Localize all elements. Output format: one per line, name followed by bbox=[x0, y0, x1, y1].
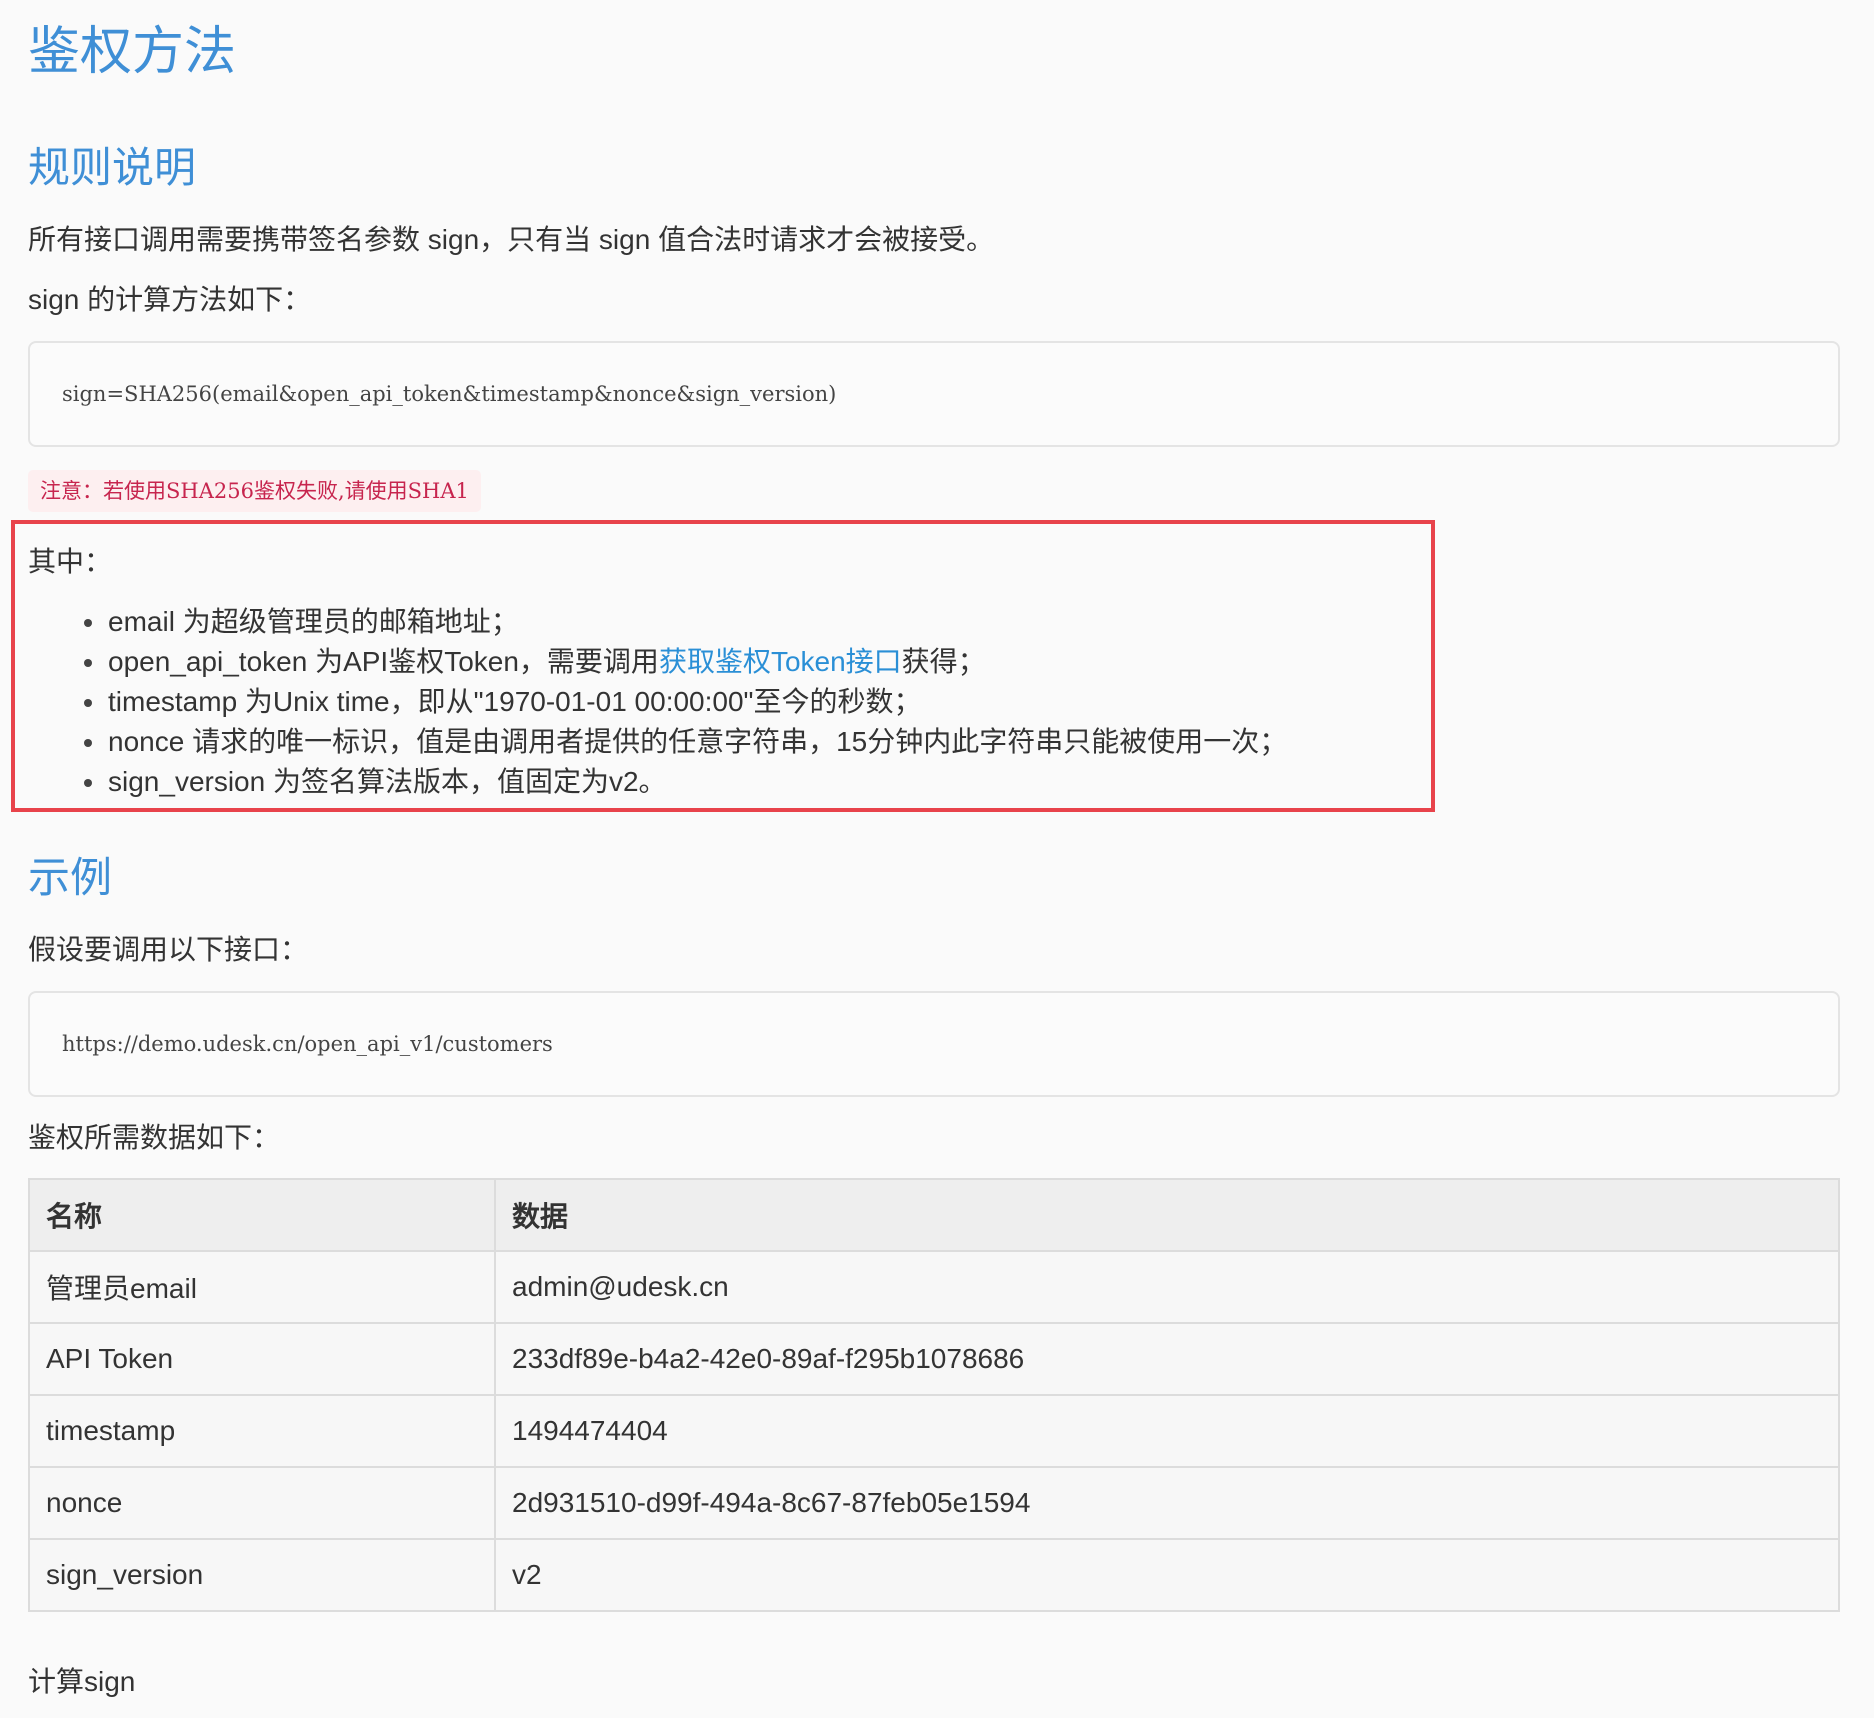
calc-sign-heading: 计算sign bbox=[28, 1666, 136, 1697]
auth-data-table: 名称 数据 管理员email admin@udesk.cn API Token … bbox=[28, 1178, 1840, 1612]
list-item: email 为超级管理员的邮箱地址； bbox=[80, 602, 1287, 642]
list-item: open_api_token 为API鉴权Token，需要调用获取鉴权Token… bbox=[80, 642, 1287, 682]
table-cell: sign_version bbox=[28, 1538, 496, 1612]
table-row: timestamp 1494474404 bbox=[28, 1394, 1840, 1468]
col-header-data: 数据 bbox=[494, 1178, 1840, 1252]
table-header-row: 名称 数据 bbox=[28, 1178, 1840, 1252]
list-item: timestamp 为Unix time，即从"1970-01-01 00:00… bbox=[80, 682, 1287, 722]
where-label: 其中： bbox=[28, 546, 113, 577]
sign-calc-label: sign 的计算方法如下： bbox=[28, 284, 312, 315]
table-cell: admin@udesk.cn bbox=[494, 1250, 1840, 1324]
table-cell: 1494474404 bbox=[494, 1394, 1840, 1468]
table-cell: 233df89e-b4a2-42e0-89af-f295b1078686 bbox=[494, 1322, 1840, 1396]
bullet-icon bbox=[84, 739, 92, 747]
table-cell: nonce bbox=[28, 1466, 496, 1540]
table-cell: API Token bbox=[28, 1322, 496, 1396]
table-row: 管理员email admin@udesk.cn bbox=[28, 1250, 1840, 1324]
col-header-name: 名称 bbox=[28, 1178, 496, 1252]
param-list: email 为超级管理员的邮箱地址； open_api_token 为API鉴权… bbox=[80, 602, 1287, 802]
table-cell: v2 bbox=[494, 1538, 1840, 1612]
table-row: nonce 2d931510-d99f-494a-8c67-87feb05e15… bbox=[28, 1466, 1840, 1540]
bullet-icon bbox=[84, 659, 92, 667]
formula-code-block: sign=SHA256(email&open_api_token&timesta… bbox=[28, 341, 1840, 447]
table-cell: timestamp bbox=[28, 1394, 496, 1468]
example-intro: 假设要调用以下接口： bbox=[28, 934, 309, 965]
list-item: sign_version 为签名算法版本，值固定为v2。 bbox=[80, 762, 1287, 802]
table-row: sign_version v2 bbox=[28, 1538, 1840, 1612]
bullet-icon bbox=[84, 779, 92, 787]
list-item: nonce 请求的唯一标识，值是由调用者提供的任意字符串，15分钟内此字符串只能… bbox=[80, 722, 1287, 762]
rules-intro: 所有接口调用需要携带签名参数 sign，只有当 sign 值合法时请求才会被接受… bbox=[28, 224, 995, 255]
sha1-note: 注意：若使用SHA256鉴权失败,请使用SHA1 bbox=[28, 470, 481, 512]
rules-heading: 规则说明 bbox=[28, 144, 197, 191]
page-title: 鉴权方法 bbox=[28, 23, 237, 81]
doc-page: 鉴权方法 规则说明 所有接口调用需要携带签名参数 sign，只有当 sign 值… bbox=[0, 0, 1874, 1718]
url-code-block: https://demo.udesk.cn/open_api_v1/custom… bbox=[28, 991, 1840, 1097]
bullet-icon bbox=[84, 619, 92, 627]
table-label: 鉴权所需数据如下： bbox=[28, 1122, 281, 1153]
formula-code: sign=SHA256(email&open_api_token&timesta… bbox=[62, 382, 837, 406]
example-url: https://demo.udesk.cn/open_api_v1/custom… bbox=[62, 1032, 553, 1056]
example-heading: 示例 bbox=[28, 854, 113, 901]
table-row: API Token 233df89e-b4a2-42e0-89af-f295b1… bbox=[28, 1322, 1840, 1396]
table-cell: 2d931510-d99f-494a-8c67-87feb05e1594 bbox=[494, 1466, 1840, 1540]
bullet-icon bbox=[84, 699, 92, 707]
table-cell: 管理员email bbox=[28, 1250, 496, 1324]
get-token-api-link[interactable]: 获取鉴权Token接口 bbox=[659, 646, 902, 677]
